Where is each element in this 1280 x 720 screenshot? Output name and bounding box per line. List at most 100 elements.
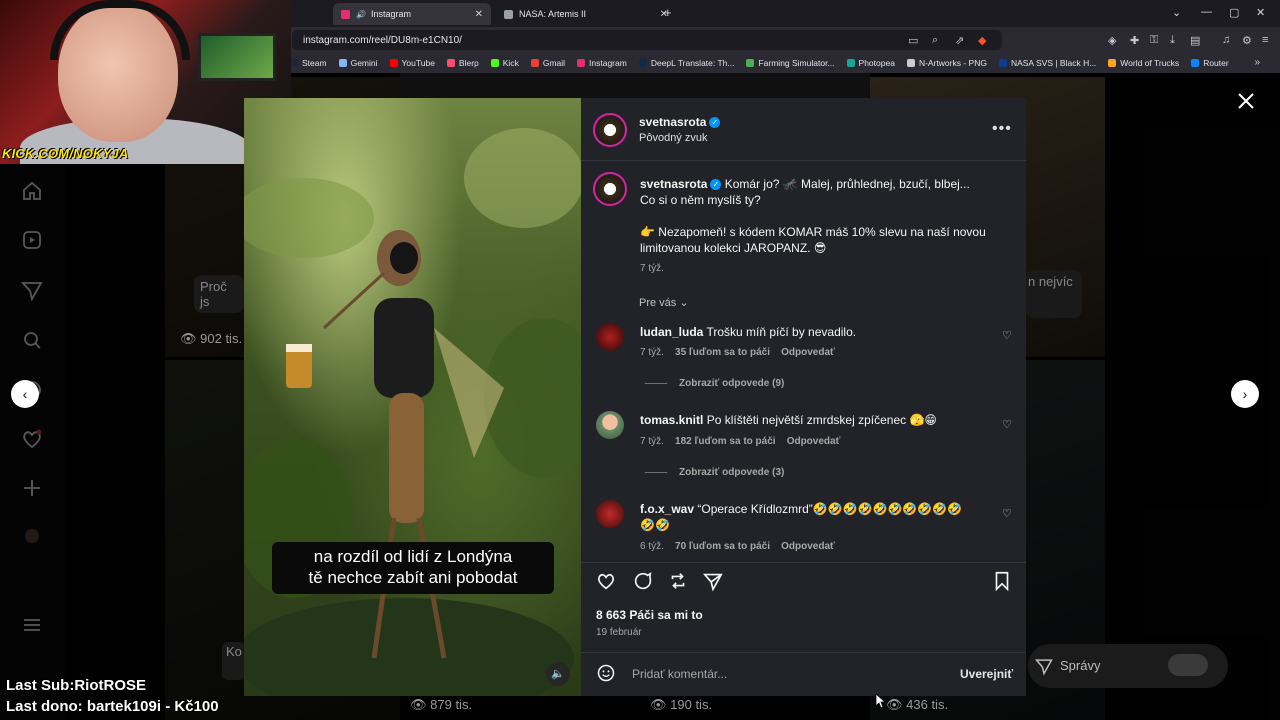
tab-list-icon[interactable]: ⌄: [1172, 6, 1181, 19]
bookmark-item[interactable]: Farming Simulator...: [746, 58, 835, 68]
reply-button[interactable]: Odpovedať: [787, 436, 841, 447]
for-you-dropdown[interactable]: Pre vás ⌄: [639, 296, 689, 309]
comment-like-icon[interactable]: ♡: [1002, 329, 1013, 342]
tab-instagram[interactable]: 🔊 Instagram ✕: [333, 3, 491, 25]
puzzle-icon[interactable]: ✚: [1130, 34, 1139, 47]
comment-meta: 7 týž. 182 ľuďom sa to páči Odpovedať: [640, 436, 840, 447]
caption-text: limitovanou kolekci JAROPANZ. 😎: [640, 241, 827, 255]
previous-post-button[interactable]: ‹: [11, 380, 39, 408]
eye-icon: 👁: [650, 697, 667, 712]
settings-icon[interactable]: ⚙: [1242, 34, 1252, 47]
close-icon[interactable]: [1236, 91, 1256, 111]
close-tab-icon[interactable]: ✕: [475, 9, 483, 20]
minimize-icon[interactable]: —: [1201, 6, 1212, 18]
music-icon[interactable]: ♫: [1222, 34, 1230, 46]
emoji-icon[interactable]: [596, 663, 616, 683]
share-icon[interactable]: ⇗: [955, 34, 964, 47]
divider: [645, 382, 667, 384]
comment-text: Po klíštěti největší zmrdskej zpíčenec 🫣…: [706, 413, 937, 427]
save-icon[interactable]: [991, 570, 1013, 592]
comment-username[interactable]: f.o.x_wav: [640, 502, 694, 516]
view-replies-label: Zobraziť odpovede (3): [679, 467, 785, 478]
comment-likes[interactable]: 70 ľuďom sa to páči: [675, 541, 770, 552]
commenter-avatar[interactable]: [596, 323, 624, 351]
zoom-icon[interactable]: ⌕: [932, 34, 938, 47]
audio-icon[interactable]: 🔊: [356, 10, 366, 19]
commenter-avatar[interactable]: [596, 411, 624, 439]
bookmark-label: Farming Simulator...: [758, 58, 835, 68]
bookmark-item[interactable]: DeepL Translate: Th...: [638, 58, 734, 68]
bookmark-label: Steam: [302, 58, 327, 68]
trash-icon[interactable]: ▤: [1190, 34, 1200, 47]
tile-caption: n nejvíc: [1026, 270, 1082, 318]
audio-label[interactable]: Pôvodný zvuk: [639, 132, 707, 144]
comment-like-icon[interactable]: ♡: [1002, 418, 1013, 431]
comment-icon[interactable]: [632, 570, 654, 592]
comment-username[interactable]: tomas.knitl: [640, 413, 703, 427]
bookmark-item[interactable]: Steam: [290, 58, 327, 68]
maximize-icon[interactable]: ▢: [1229, 6, 1239, 19]
chevron-right-icon: ›: [1242, 386, 1248, 402]
like-icon[interactable]: [595, 570, 617, 592]
bookmark-label: Kick: [502, 58, 519, 68]
messages-pill[interactable]: Správy: [1028, 644, 1228, 688]
extension-icon[interactable]: ◈: [1108, 34, 1116, 47]
view-count-text: 436 tis.: [906, 697, 949, 712]
comment-like-icon[interactable]: ♡: [1002, 507, 1013, 520]
new-tab-icon[interactable]: +: [664, 5, 672, 20]
next-post-button[interactable]: ›: [1231, 380, 1259, 408]
view-replies[interactable]: Zobraziť odpovede (3): [645, 467, 784, 478]
share-icon[interactable]: [702, 570, 724, 592]
speaker-icon: 🔈: [551, 668, 565, 680]
download-icon[interactable]: ⤓: [1170, 34, 1175, 47]
bookmark-item[interactable]: N-Artworks - PNG: [906, 58, 987, 68]
bookmark-item[interactable]: YouTube: [389, 58, 435, 68]
bookmark-item[interactable]: NASA SVS | Black H...: [998, 58, 1096, 68]
bookmark-item[interactable]: Blerp: [446, 58, 479, 68]
reply-button[interactable]: Odpovedať: [781, 347, 835, 358]
reply-button[interactable]: Odpovedať: [781, 541, 835, 552]
author-username[interactable]: svetnasrota ✓: [639, 115, 721, 129]
repost-icon[interactable]: [667, 570, 689, 592]
divider: [581, 562, 1026, 563]
comment-input[interactable]: Pridať komentár...: [632, 667, 727, 681]
bookmark-item[interactable]: Gmail: [530, 58, 565, 68]
brave-shield-icon[interactable]: ◆: [978, 34, 986, 47]
like-count[interactable]: 8 663 Páči sa mi to: [596, 608, 703, 622]
last-sub-label: Last Sub:RiotROSE: [6, 677, 147, 694]
tab-nasa[interactable]: NASA: Artemis II ✕: [496, 3, 686, 25]
author-avatar[interactable]: [596, 116, 624, 144]
url-text: instagram.com/reel/DU8m-e1CN10/: [303, 35, 462, 46]
comment-likes[interactable]: 35 ľuďom sa to páči: [675, 347, 770, 358]
reel-video[interactable]: [244, 98, 581, 696]
bookmark-item[interactable]: Router: [1191, 58, 1229, 68]
view-count: 👁 190 tis.: [650, 697, 712, 713]
post-comment-button[interactable]: Uverejniť: [960, 667, 1013, 681]
view-count-text: 190 tis.: [670, 697, 713, 712]
caption-username[interactable]: svetnasrota: [640, 177, 707, 191]
menu-icon[interactable]: ≡: [1262, 34, 1268, 46]
more-options-icon[interactable]: •••: [992, 120, 1012, 138]
bookmarks-more-icon[interactable]: »: [1254, 57, 1260, 68]
commenter-avatar[interactable]: [596, 500, 624, 528]
bookmark-favicon-icon: [746, 59, 755, 67]
bookmark-label: Photopea: [858, 58, 895, 68]
comment-likes[interactable]: 182 ľuďom sa to páči: [675, 436, 776, 447]
bookmark-item[interactable]: Gemini: [338, 58, 378, 68]
caption-avatar[interactable]: [596, 175, 624, 203]
close-window-icon[interactable]: ✕: [1256, 6, 1265, 19]
bookmark-item[interactable]: Photopea: [846, 58, 895, 68]
screenshot-icon[interactable]: ▭: [908, 34, 918, 47]
bookmark-favicon-icon: [1191, 59, 1200, 67]
key-icon[interactable]: ⚿: [1150, 34, 1158, 47]
bookmark-favicon-icon: [338, 59, 347, 67]
bookmark-item[interactable]: Kick: [490, 58, 519, 68]
caption-text: Co si o něm myslíš ty?: [640, 193, 761, 207]
comment-username[interactable]: ludan_luda: [640, 325, 703, 339]
bookmark-item[interactable]: World of Trucks: [1108, 58, 1179, 68]
mute-button[interactable]: 🔈: [546, 662, 570, 686]
view-replies[interactable]: Zobraziť odpovede (9): [645, 378, 784, 389]
bookmark-label: Instagram: [589, 58, 627, 68]
verified-badge-icon: ✓: [710, 179, 722, 191]
bookmark-item[interactable]: Instagram: [577, 58, 627, 68]
